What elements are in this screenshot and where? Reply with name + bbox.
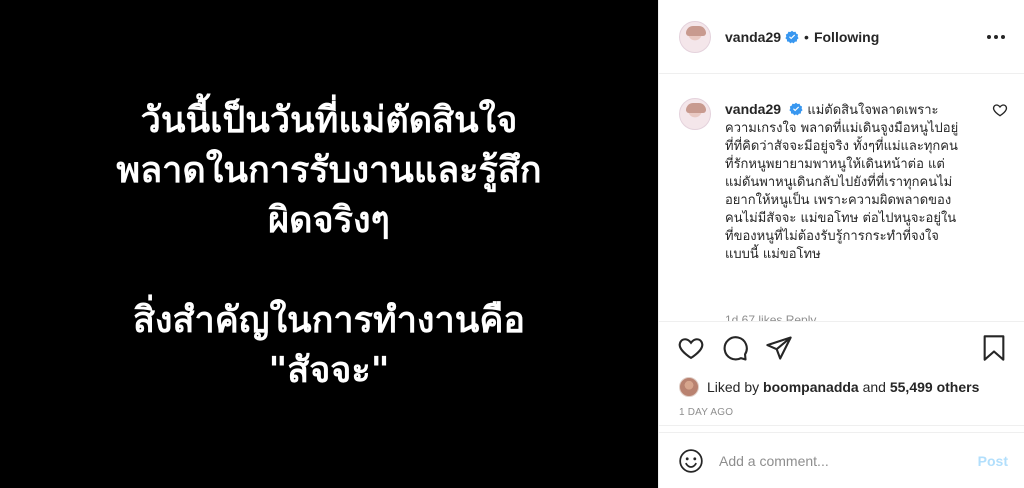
post-header: vanda29 • Following bbox=[659, 0, 1024, 74]
following-button[interactable]: Following bbox=[814, 29, 879, 45]
media-line-4: สิ่งสำคัญในการทำงานคือ bbox=[132, 300, 526, 341]
caption: vanda29 แม่ตัดสินใจพลาดเพราะความเกรงใจ พ… bbox=[679, 98, 1008, 264]
likes-prefix: Liked by bbox=[707, 379, 760, 395]
likes-conjunction: and bbox=[862, 379, 886, 395]
comments-section[interactable]: vanda29 แม่ตัดสินใจพลาดเพราะความเกรงใจ พ… bbox=[659, 74, 1024, 322]
header-separator: • bbox=[804, 28, 809, 45]
verified-badge-icon bbox=[789, 102, 803, 116]
liker-username[interactable]: boompanadda bbox=[763, 379, 859, 395]
caption-text: แม่ตัดสินใจพลาดเพราะความเกรงใจ พลาดที่แม… bbox=[725, 103, 959, 262]
caption-like-heart-icon[interactable] bbox=[992, 102, 1008, 118]
liker-avatar[interactable] bbox=[679, 377, 699, 397]
media-line-2: พลาดในการรับงานและรู้สึก bbox=[116, 150, 542, 191]
post-timestamp[interactable]: 1 DAY AGO bbox=[659, 400, 1024, 426]
media-text: วันนี้เป็นวันที่แม่ตัดสินใจ พลาดในการรับ… bbox=[49, 96, 609, 396]
heart-icon[interactable] bbox=[677, 334, 705, 362]
likes-summary: Liked by boompanadda and 55,499 others bbox=[659, 374, 1024, 400]
add-comment-bar: Post bbox=[659, 432, 1024, 488]
verified-badge-icon bbox=[785, 30, 799, 43]
comment-icon[interactable] bbox=[721, 334, 749, 362]
media-gap bbox=[49, 246, 609, 296]
likes-count-link[interactable]: 55,499 others bbox=[890, 379, 980, 395]
bookmark-icon[interactable] bbox=[980, 334, 1008, 362]
caption-avatar[interactable] bbox=[679, 98, 711, 130]
comment-input[interactable] bbox=[719, 452, 970, 469]
caption-body: vanda29 แม่ตัดสินใจพลาดเพราะความเกรงใจ พ… bbox=[725, 100, 959, 264]
author-avatar[interactable] bbox=[679, 20, 711, 53]
media-line-3: ผิดจริงๆ bbox=[268, 200, 390, 241]
post-media[interactable]: วันนี้เป็นวันที่แม่ตัดสินใจ พลาดในการรับ… bbox=[0, 0, 658, 488]
caption-meta: 1d 67 likes Reply bbox=[725, 313, 817, 322]
action-bar bbox=[659, 322, 1024, 374]
post-sidebar: vanda29 • Following vanda29 แม่ตัดสินใจพ… bbox=[658, 0, 1024, 488]
instagram-post: วันนี้เป็นวันที่แม่ตัดสินใจ พลาดในการรับ… bbox=[0, 0, 1024, 488]
emoji-icon[interactable] bbox=[677, 447, 705, 475]
author-username[interactable]: vanda29 bbox=[725, 29, 781, 45]
more-options-icon[interactable] bbox=[984, 25, 1008, 49]
media-line-5: "สัจจะ" bbox=[268, 350, 390, 391]
media-line-1: วันนี้เป็นวันที่แม่ตัดสินใจ bbox=[140, 100, 518, 141]
post-comment-button[interactable]: Post bbox=[978, 453, 1008, 469]
caption-username[interactable]: vanda29 bbox=[725, 101, 781, 117]
share-icon[interactable] bbox=[765, 334, 793, 362]
